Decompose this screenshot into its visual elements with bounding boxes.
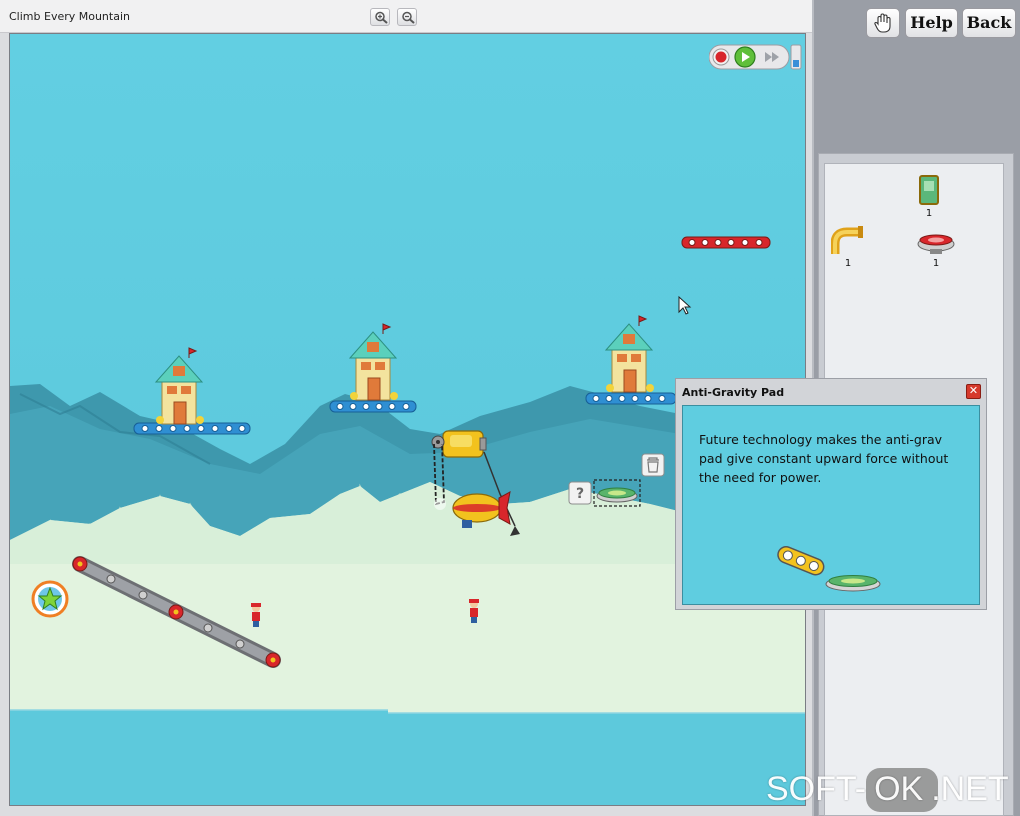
title-bar: Climb Every Mountain [0, 0, 812, 33]
svg-text:?: ? [576, 486, 584, 502]
hand-icon [874, 13, 891, 33]
watermark: SOFT- OK .NET [766, 770, 1009, 809]
watermark-right: .NET [931, 770, 1009, 808]
wall-panel-icon [919, 175, 939, 205]
help-question-button[interactable]: ? [568, 481, 592, 505]
part-count: 1 [844, 258, 852, 269]
anti-gravity-pad-preview [777, 546, 881, 592]
hand-tool-button[interactable] [866, 8, 900, 38]
goal-star[interactable] [31, 580, 69, 618]
part-wall-panel[interactable]: 1 [917, 174, 941, 222]
play-icon [734, 46, 756, 68]
anti-gravity-pad-icon [917, 234, 955, 254]
tooltip-title: Anti-Gravity Pad [682, 386, 785, 399]
water [10, 710, 388, 805]
part-count: 1 [925, 208, 933, 219]
play-button[interactable] [734, 46, 756, 68]
back-button[interactable]: Back [962, 8, 1016, 38]
part-pipe-elbow[interactable]: 1 [830, 224, 865, 272]
tooltip-close-button[interactable]: ✕ [966, 384, 981, 399]
part-anti-gravity-pad[interactable]: 1 [915, 230, 957, 272]
zoom-out-icon [402, 11, 415, 24]
playback-controls [709, 44, 803, 70]
stop-record-button[interactable] [711, 47, 731, 67]
red-girder[interactable] [681, 236, 771, 249]
tooltip-description: Future technology makes the anti-grav pa… [699, 432, 949, 485]
tooltip-body: Future technology makes the anti-grav pa… [682, 405, 980, 605]
help-button[interactable]: Help [905, 8, 958, 38]
part-info-tooltip: Anti-Gravity Pad ✕ Future technology mak… [675, 378, 987, 610]
zoom-in-button[interactable] [370, 8, 390, 26]
fast-forward-icon [765, 52, 779, 62]
watermark-middle: OK [874, 770, 924, 808]
zoom-in-icon [375, 11, 388, 24]
record-stop-icon [712, 48, 730, 66]
fast-forward-button[interactable] [761, 48, 785, 66]
part-count: 1 [932, 258, 940, 269]
close-icon: ✕ [968, 384, 979, 397]
window-title: Climb Every Mountain [9, 10, 130, 23]
trash-button[interactable] [641, 453, 665, 477]
pipe-elbow-icon [830, 226, 863, 254]
zoom-out-button[interactable] [397, 8, 417, 26]
watermark-left: SOFT- [766, 770, 867, 808]
